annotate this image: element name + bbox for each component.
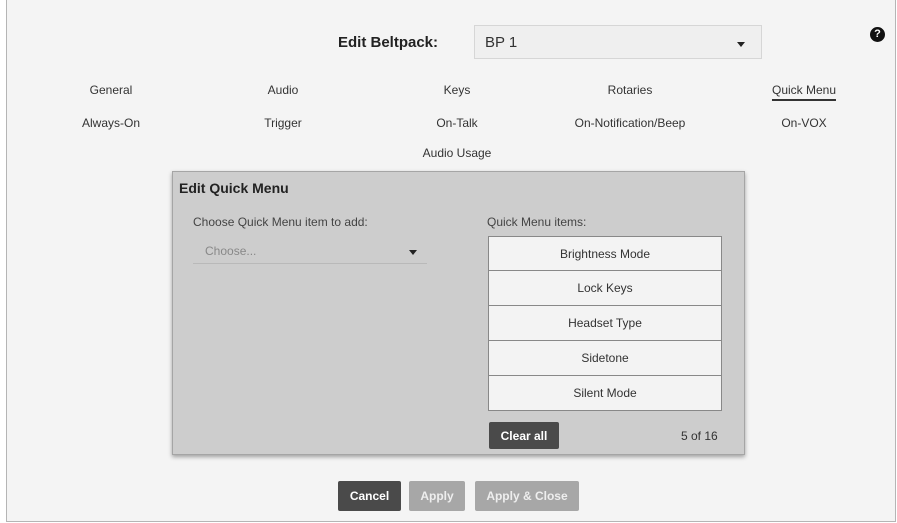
cancel-button[interactable]: Cancel: [338, 481, 401, 511]
tab-on-vox[interactable]: On-VOX: [781, 116, 826, 130]
clear-all-button[interactable]: Clear all: [489, 422, 559, 449]
list-item[interactable]: Silent Mode: [488, 376, 722, 411]
choose-item-label: Choose Quick Menu item to add:: [193, 215, 368, 229]
item-count: 5 of 16: [681, 429, 718, 443]
tab-audio-usage[interactable]: Audio Usage: [423, 146, 492, 160]
tab-on-notification-beep[interactable]: On-Notification/Beep: [575, 116, 686, 130]
quick-menu-items-list: Brightness Mode Lock Keys Headset Type S…: [488, 236, 722, 411]
panel-title: Edit Quick Menu: [179, 180, 289, 196]
tab-always-on[interactable]: Always-On: [82, 116, 140, 130]
tab-audio[interactable]: Audio: [268, 83, 299, 97]
tab-rotaries[interactable]: Rotaries: [608, 83, 653, 97]
tab-trigger[interactable]: Trigger: [264, 116, 302, 130]
beltpack-select[interactable]: BP 1: [474, 25, 762, 59]
list-item[interactable]: Lock Keys: [488, 271, 722, 306]
tab-on-talk[interactable]: On-Talk: [436, 116, 477, 130]
chevron-down-icon: [409, 250, 417, 255]
list-item[interactable]: Brightness Mode: [488, 236, 722, 271]
choose-placeholder: Choose...: [205, 244, 257, 258]
quick-menu-items-label: Quick Menu items:: [487, 215, 587, 229]
beltpack-select-value: BP 1: [485, 34, 518, 51]
tab-general[interactable]: General: [90, 83, 133, 97]
list-item[interactable]: Sidetone: [488, 341, 722, 376]
page-title: Edit Beltpack:: [338, 34, 439, 51]
tab-keys[interactable]: Keys: [444, 83, 471, 97]
help-icon[interactable]: ?: [870, 27, 885, 42]
quick-menu-item-select[interactable]: Choose...: [193, 238, 427, 264]
apply-button[interactable]: Apply: [409, 481, 465, 511]
tab-quick-menu[interactable]: Quick Menu: [771, 83, 837, 101]
apply-close-button[interactable]: Apply & Close: [475, 481, 579, 511]
list-item[interactable]: Headset Type: [488, 306, 722, 341]
edit-quick-menu-panel: Edit Quick Menu Choose Quick Menu item t…: [172, 171, 745, 455]
chevron-down-icon: [737, 42, 745, 47]
